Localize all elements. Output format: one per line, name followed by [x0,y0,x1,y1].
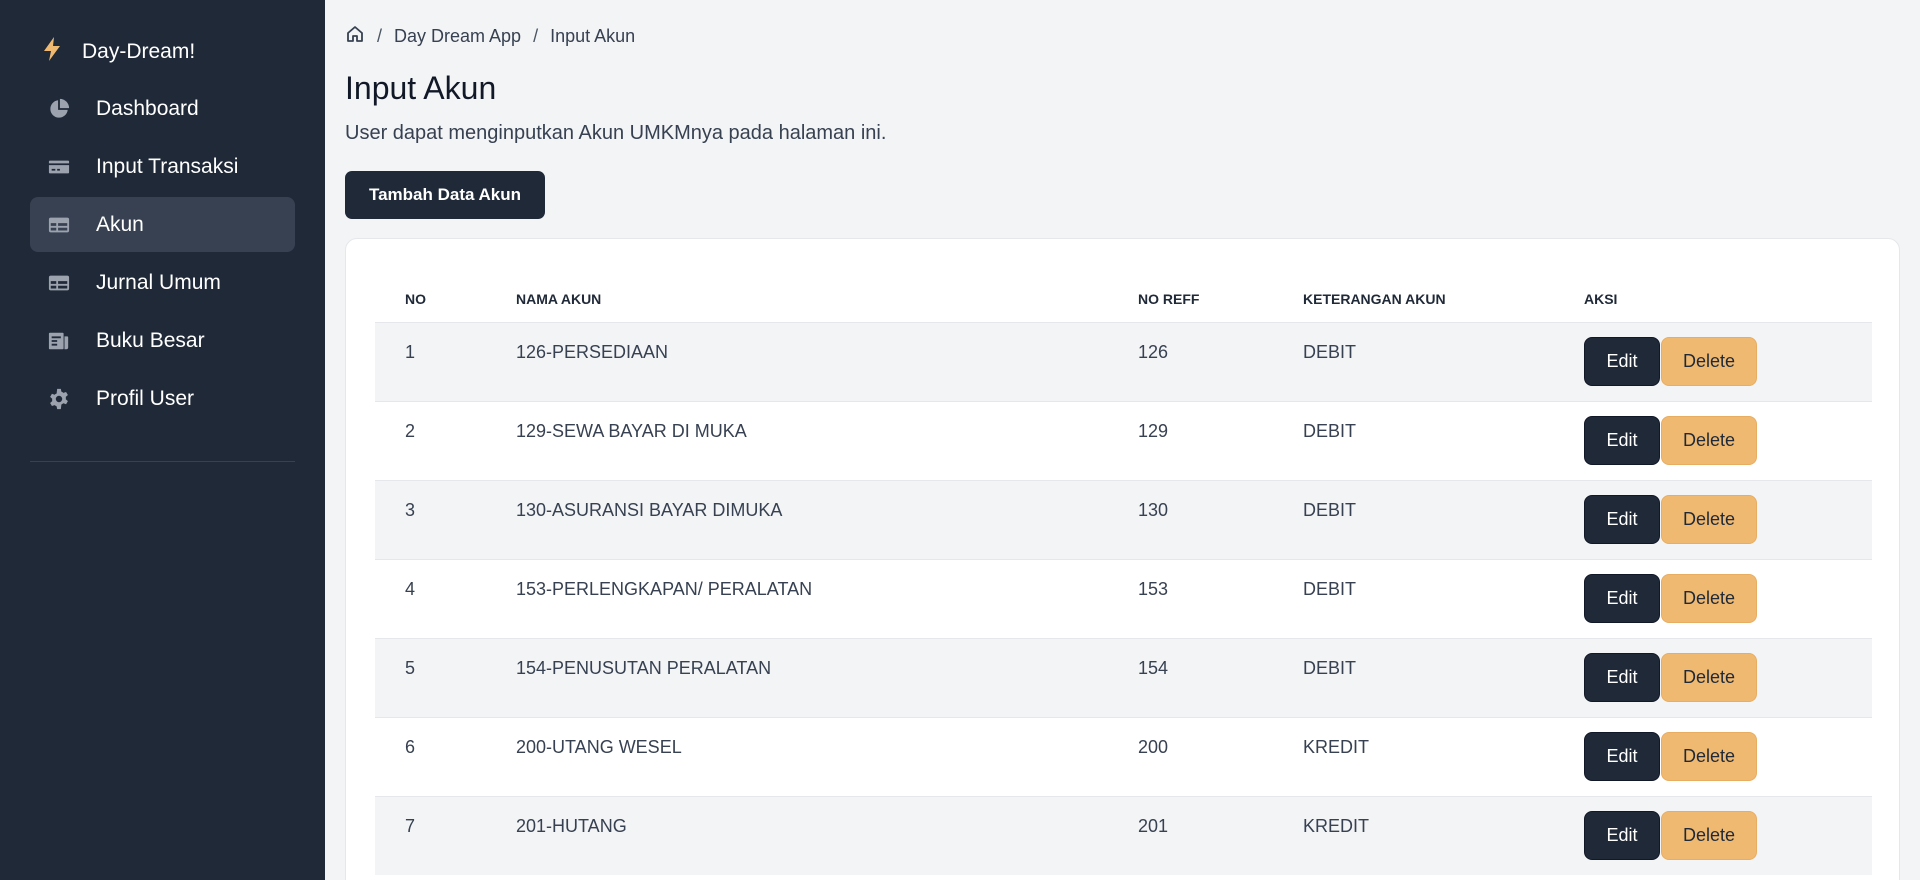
breadcrumb-link-app[interactable]: Day Dream App [394,26,521,47]
breadcrumb-current: Input Akun [550,26,636,46]
breadcrumb: / Day Dream App / Input Akun [345,24,635,49]
sidebar-item-label: Buku Besar [96,328,205,352]
cell-keterangan: DEBIT [1273,558,1554,638]
table-row: 3 130-ASURANSI BAYAR DIMUKA 130 DEBIT Ed… [375,479,1872,559]
breadcrumb-separator: / [377,26,383,46]
breadcrumb-separator: / [533,26,539,46]
edit-button[interactable]: Edit [1584,573,1660,623]
cell-no-reff: 130 [1108,479,1273,559]
table-icon [46,270,72,296]
sidebar: Day-Dream! Dashboard Input Transaksi Aku… [0,0,325,880]
gear-icon [46,386,72,412]
delete-button[interactable]: Delete [1661,731,1757,781]
column-header-nama-akun: NAMA AKUN [516,291,602,308]
delete-button[interactable]: Delete [1661,415,1757,465]
edit-button[interactable]: Edit [1584,652,1660,702]
column-header-aksi: AKSI [1584,291,1618,308]
sidebar-item-label: Profil User [96,386,195,410]
sidebar-divider [30,461,295,462]
ledger-icon [46,328,72,354]
sidebar-item-input-transaksi[interactable]: Input Transaksi [30,139,295,194]
cell-no: 5 [375,637,486,717]
bolt-icon [40,36,64,68]
column-header-keterangan: KETERANGAN AKUN [1303,291,1446,308]
cell-no: 6 [375,716,486,796]
sidebar-item-label: Input Transaksi [96,154,239,178]
cell-no: 1 [375,321,486,401]
delete-button[interactable]: Delete [1661,573,1757,623]
chart-pie-icon [46,96,72,122]
cell-no-reff: 154 [1108,637,1273,717]
cell-no: 7 [375,795,486,875]
sidebar-item-dashboard[interactable]: Dashboard [30,81,295,136]
brand[interactable]: Day-Dream! [40,36,195,68]
cell-no-reff: 129 [1108,400,1273,480]
delete-button[interactable]: Delete [1661,494,1757,544]
sidebar-item-profil-user[interactable]: Profil User [30,371,295,426]
brand-name: Day-Dream! [82,40,196,63]
cell-no: 3 [375,479,486,559]
sidebar-item-akun[interactable]: Akun [30,197,295,252]
cell-keterangan: KREDIT [1273,795,1554,875]
page-subtitle: User dapat menginputkan Akun UMKMnya pad… [345,122,887,144]
sidebar-item-label: Akun [96,212,144,236]
sidebar-nav: Dashboard Input Transaksi Akun Jurnal Um… [30,81,295,429]
delete-button[interactable]: Delete [1661,810,1757,860]
edit-button[interactable]: Edit [1584,494,1660,544]
table-row: 1 126-PERSEDIAAN 126 DEBIT Edit Delete [375,321,1872,401]
cell-nama-akun: 129-SEWA BAYAR DI MUKA [486,400,1108,480]
cell-nama-akun: 126-PERSEDIAAN [486,321,1108,401]
add-account-button[interactable]: Tambah Data Akun [345,171,545,219]
cell-nama-akun: 153-PERLENGKAPAN/ PERALATAN [486,558,1108,638]
edit-button[interactable]: Edit [1584,336,1660,386]
cell-keterangan: KREDIT [1273,716,1554,796]
cell-no-reff: 200 [1108,716,1273,796]
table-row: 7 201-HUTANG 201 KREDIT Edit Delete [375,795,1872,875]
edit-button[interactable]: Edit [1584,731,1660,781]
delete-button[interactable]: Delete [1661,652,1757,702]
table-row: 4 153-PERLENGKAPAN/ PERALATAN 153 DEBIT … [375,558,1872,638]
column-header-no-reff: NO REFF [1138,291,1200,308]
table-header-row: NO NAMA AKUN NO REFF KETERANGAN AKUN AKS… [375,271,1872,322]
credit-card-icon [46,154,72,180]
table-row: 5 154-PENUSUTAN PERALATAN 154 DEBIT Edit… [375,637,1872,717]
column-header-no: NO [405,291,426,308]
cell-aksi: Edit Delete [1554,716,1872,796]
cell-aksi: Edit Delete [1554,400,1872,480]
sidebar-item-label: Jurnal Umum [96,270,221,294]
cell-keterangan: DEBIT [1273,400,1554,480]
sidebar-item-buku-besar[interactable]: Buku Besar [30,313,295,368]
sidebar-item-label: Dashboard [96,96,199,120]
cell-no-reff: 201 [1108,795,1273,875]
cell-aksi: Edit Delete [1554,637,1872,717]
cell-aksi: Edit Delete [1554,321,1872,401]
cell-nama-akun: 154-PENUSUTAN PERALATAN [486,637,1108,717]
edit-button[interactable]: Edit [1584,415,1660,465]
cell-no: 2 [375,400,486,480]
edit-button[interactable]: Edit [1584,810,1660,860]
cell-aksi: Edit Delete [1554,795,1872,875]
cell-keterangan: DEBIT [1273,321,1554,401]
cell-no: 4 [375,558,486,638]
cell-keterangan: DEBIT [1273,637,1554,717]
cell-no-reff: 126 [1108,321,1273,401]
table-icon [46,212,72,238]
table-row: 2 129-SEWA BAYAR DI MUKA 129 DEBIT Edit D… [375,400,1872,480]
accounts-table: NO NAMA AKUN NO REFF KETERANGAN AKUN AKS… [375,271,1872,875]
cell-nama-akun: 201-HUTANG [486,795,1108,875]
accounts-card: NO NAMA AKUN NO REFF KETERANGAN AKUN AKS… [345,238,1900,880]
cell-no-reff: 153 [1108,558,1273,638]
cell-aksi: Edit Delete [1554,479,1872,559]
main-content: / Day Dream App / Input Akun Input Akun … [325,0,1920,880]
page-title: Input Akun [345,70,497,106]
sidebar-item-jurnal-umum[interactable]: Jurnal Umum [30,255,295,310]
cell-nama-akun: 130-ASURANSI BAYAR DIMUKA [486,479,1108,559]
cell-nama-akun: 200-UTANG WESEL [486,716,1108,796]
delete-button[interactable]: Delete [1661,336,1757,386]
table-row: 6 200-UTANG WESEL 200 KREDIT Edit Delete [375,716,1872,796]
home-icon[interactable] [345,24,365,49]
cell-aksi: Edit Delete [1554,558,1872,638]
cell-keterangan: DEBIT [1273,479,1554,559]
